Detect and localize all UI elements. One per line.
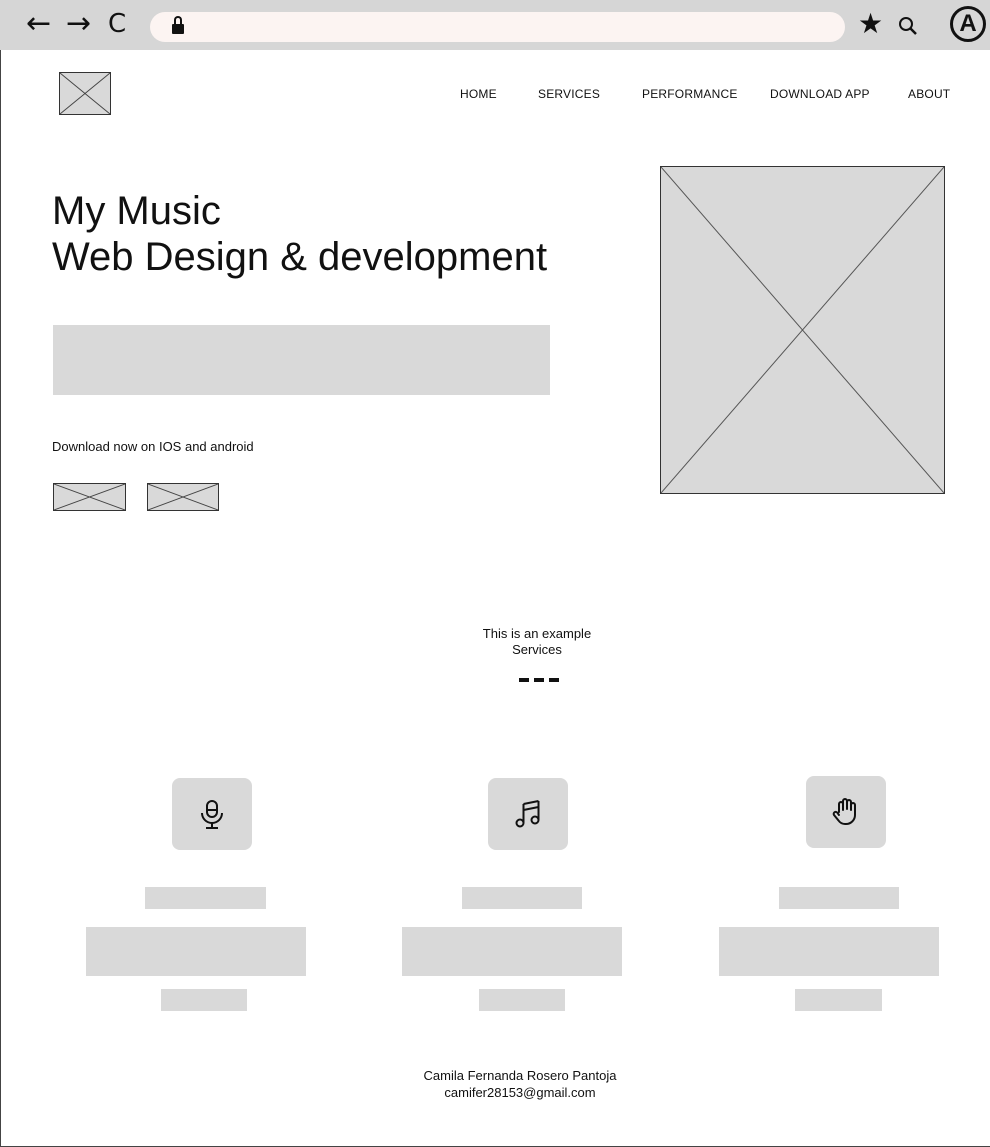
service-card-1-text-placeholder bbox=[86, 927, 306, 976]
hero-title: My Music Web Design & development bbox=[52, 188, 547, 280]
hero-title-line1: My Music bbox=[52, 189, 221, 233]
reload-icon[interactable]: C bbox=[108, 6, 126, 42]
section-divider bbox=[519, 678, 559, 684]
forward-arrow-icon[interactable]: → bbox=[66, 6, 91, 42]
nav-item-services[interactable]: SERVICES bbox=[538, 87, 600, 101]
services-heading: This is an example Services bbox=[437, 626, 637, 658]
services-heading-line1: This is an example bbox=[482, 626, 592, 641]
nav-item-about[interactable]: ABOUT bbox=[908, 87, 950, 101]
service-card-1-button-placeholder[interactable] bbox=[161, 989, 247, 1011]
service-card-2-button-placeholder[interactable] bbox=[479, 989, 565, 1011]
service-card-2-title-placeholder bbox=[462, 887, 582, 909]
footer-name: Camila Fernanda Rosero Pantoja bbox=[423, 1068, 617, 1083]
hand-icon bbox=[832, 798, 856, 825]
service-card-2-text-placeholder bbox=[402, 927, 622, 976]
service-card-3-title-placeholder bbox=[779, 887, 899, 909]
footer: Camila Fernanda Rosero Pantoja camifer28… bbox=[370, 1067, 670, 1101]
microphone-icon bbox=[201, 800, 223, 829]
services-heading-line2: Services bbox=[512, 642, 562, 657]
service-card-3-text-placeholder bbox=[719, 927, 939, 976]
nav-item-home[interactable]: HOME bbox=[460, 87, 497, 101]
service-card-1-icon-box[interactable] bbox=[172, 778, 252, 850]
service-card-2-icon-box[interactable] bbox=[488, 778, 568, 850]
service-card-3-button-placeholder[interactable] bbox=[795, 989, 882, 1011]
lock-icon bbox=[172, 16, 184, 36]
music-note-icon bbox=[515, 800, 540, 828]
hero-title-line2: Web Design & development bbox=[52, 235, 548, 279]
nav-item-download-app[interactable]: DOWNLOAD APP bbox=[770, 87, 870, 101]
play-store-badge-placeholder[interactable] bbox=[147, 483, 219, 511]
browser-toolbar: ← → C ★ A bbox=[0, 0, 990, 50]
address-bar[interactable] bbox=[150, 12, 845, 42]
search-icon[interactable] bbox=[897, 15, 919, 37]
hero-image-placeholder bbox=[660, 166, 945, 494]
download-text: Download now on IOS and android bbox=[52, 439, 254, 454]
back-arrow-icon[interactable]: ← bbox=[26, 6, 51, 42]
service-card-1-title-placeholder bbox=[145, 887, 266, 909]
app-store-badge-placeholder[interactable] bbox=[53, 483, 126, 511]
bookmark-star-icon[interactable]: ★ bbox=[858, 6, 883, 42]
logo-placeholder[interactable] bbox=[59, 72, 111, 115]
service-card-3-icon-box[interactable] bbox=[806, 776, 886, 848]
nav-item-performance[interactable]: PERFORMANCE bbox=[642, 87, 738, 101]
account-icon[interactable]: A bbox=[950, 6, 986, 42]
hero-text-placeholder bbox=[53, 325, 550, 395]
footer-email[interactable]: camifer28153@gmail.com bbox=[370, 1084, 670, 1101]
